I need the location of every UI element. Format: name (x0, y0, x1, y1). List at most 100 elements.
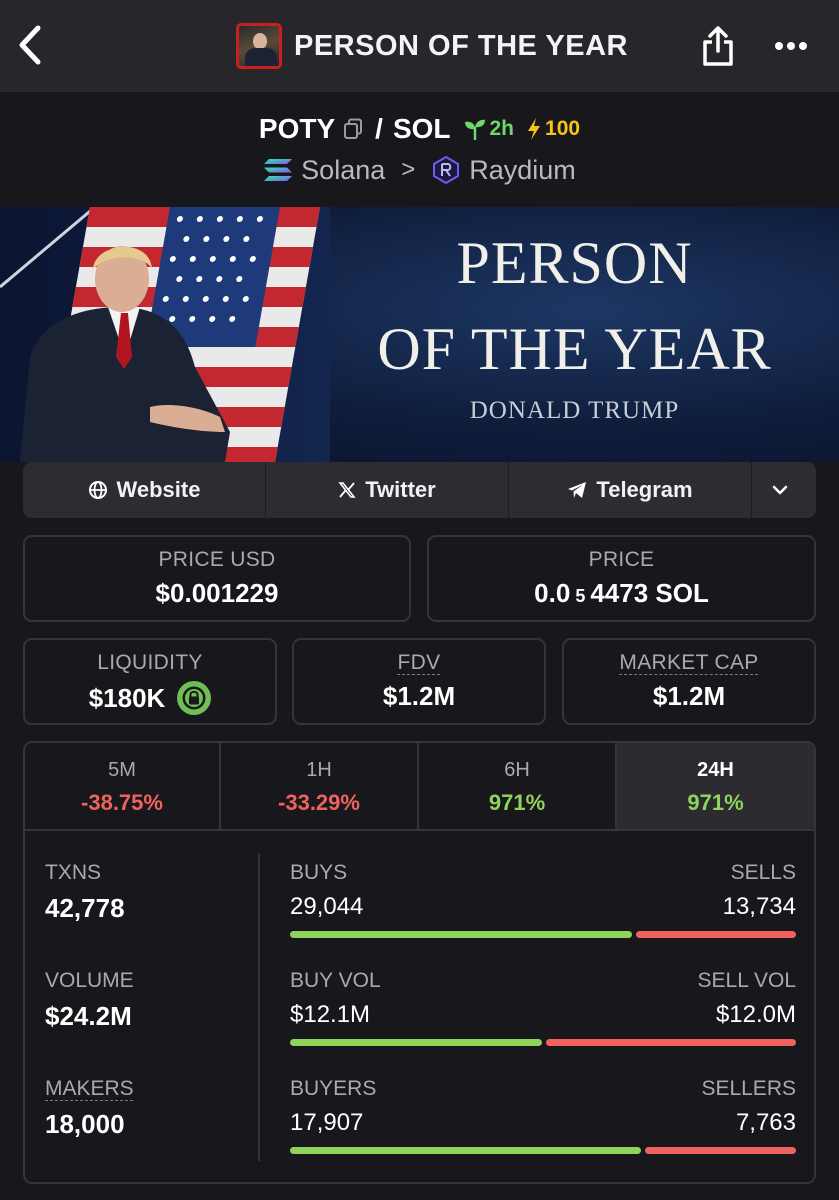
buys-sells-block: BUYS SELLS 29,044 13,734 (290, 861, 796, 938)
tab-change: 971% (488, 790, 546, 815)
tab-6h[interactable]: 6H 971% (419, 743, 617, 829)
liquidity-card: LIQUIDITY $180K (23, 638, 277, 725)
pair-age: 2h (463, 117, 514, 141)
page-title: PERSON OF THE YEAR (294, 29, 628, 62)
price-native-digits: 4473 SOL (590, 578, 709, 608)
banner-line-1: PERSON (456, 230, 693, 296)
tab-change: -33.29% (278, 790, 360, 815)
tab-5m[interactable]: 5M -38.75% (25, 743, 221, 829)
website-link[interactable]: Website (23, 462, 266, 518)
tab-24h[interactable]: 24H 971% (617, 743, 814, 829)
market-cap-label[interactable]: MARKET CAP (564, 651, 814, 675)
social-links: Website Twitter Telegram (23, 462, 816, 518)
market-cap-card: MARKET CAP $1.2M (562, 638, 816, 725)
token-avatar (236, 23, 282, 69)
fdv-card: FDV $1.2M (292, 638, 546, 725)
price-native-card: PRICE 0.0 5 4473 SOL (427, 535, 816, 622)
more-links-button[interactable] (752, 462, 816, 518)
copy-icon[interactable] (343, 118, 363, 140)
twitter-link[interactable]: Twitter (266, 462, 509, 518)
makers-metric: MAKERS 18,000 (45, 1077, 134, 1140)
timeframe-tabs: 5M -38.75% 1H -33.29% 6H 971% 24H 971% (25, 743, 814, 831)
tab-1h[interactable]: 1H -33.29% (221, 743, 419, 829)
sells-label: SELLS (730, 861, 796, 884)
sell-vol-bar-fill (546, 1039, 796, 1046)
volume-label: VOLUME (45, 969, 134, 992)
globe-icon (88, 481, 107, 499)
buyers-sellers-bar (290, 1147, 796, 1154)
stats-panel: 5M -38.75% 1H -33.29% 6H 971% 24H 971% T… (23, 741, 816, 1184)
website-label: Website (116, 477, 201, 502)
telegram-icon (568, 482, 587, 498)
banner-line-3: DONALD TRUMP (469, 397, 680, 424)
telegram-label: Telegram (596, 477, 693, 502)
pair-separator: / (375, 113, 383, 144)
tab-label: 5M (108, 759, 136, 781)
volume-split-bar (290, 1039, 796, 1046)
lock-icon (182, 686, 206, 710)
price-native-zero-count: 5 (575, 586, 586, 606)
buyers-value: 17,907 (290, 1109, 364, 1136)
tab-label: 6H (504, 759, 530, 781)
txns-label: TXNS (45, 861, 102, 884)
sellers-value: 7,763 (735, 1109, 796, 1136)
buyers-bar-fill (290, 1147, 642, 1154)
pair-info: POTY / SOL 2h 100 Solana > Raydium (0, 92, 839, 207)
price-usd-value: $0.001229 (155, 578, 279, 608)
base-symbol: POTY (258, 113, 336, 144)
column-divider (258, 853, 260, 1161)
buy-vol-label: BUY VOL (290, 969, 381, 992)
lightning-icon (528, 118, 541, 140)
breadcrumb-separator: > (401, 156, 416, 183)
buy-vol-bar-fill (290, 1039, 542, 1046)
sells-bar-fill (636, 931, 796, 938)
telegram-link[interactable]: Telegram (509, 462, 752, 518)
raydium-icon (433, 155, 460, 185)
liquidity-lock-button[interactable] (177, 681, 212, 715)
price-native-prefix: 0.0 (534, 578, 571, 608)
sellers-label: SELLERS (701, 1077, 796, 1100)
more-button[interactable] (768, 28, 814, 64)
price-native-label: PRICE (588, 548, 655, 571)
twitter-label: Twitter (365, 477, 436, 502)
top-bar: PERSON OF THE YEAR (0, 0, 839, 92)
buys-label: BUYS (290, 861, 348, 884)
tab-change: -38.75% (81, 790, 163, 815)
chain-name[interactable]: Solana (301, 155, 385, 186)
chevron-down-icon (772, 485, 787, 495)
buyers-sellers-block: BUYERS SELLERS 17,907 7,763 (290, 1077, 796, 1154)
buys-sells-bar (290, 931, 796, 938)
tab-label: 24H (697, 759, 734, 781)
back-button[interactable] (10, 22, 50, 68)
dex-name[interactable]: Raydium (469, 155, 576, 186)
boost-badge[interactable]: 100 (526, 117, 580, 141)
token-banner: PERSON OF THE YEAR DONALD TRUMP (0, 207, 839, 462)
price-native-value: 0.0 5 4473 SOL (429, 578, 814, 609)
more-horizontal-icon (775, 42, 807, 50)
tab-label: 1H (306, 759, 332, 781)
share-icon (703, 26, 733, 66)
fdv-label[interactable]: FDV (294, 651, 544, 675)
title-group: PERSON OF THE YEAR (236, 22, 628, 70)
volume-value: $24.2M (45, 1001, 132, 1031)
chevron-left-icon (19, 25, 41, 65)
volume-metric: VOLUME $24.2M (45, 969, 134, 1032)
price-usd-card: PRICE USD $0.001229 (23, 535, 411, 622)
tab-change: 971% (687, 790, 744, 815)
banner-line-2: OF THE YEAR (377, 316, 772, 382)
liquidity-value-row: $180K (25, 681, 275, 715)
sell-vol-value: $12.0M (715, 1001, 796, 1028)
fdv-value: $1.2M (382, 681, 456, 711)
buy-vol-value: $12.1M (290, 1001, 371, 1028)
share-button[interactable] (698, 22, 738, 70)
solana-icon (264, 159, 293, 181)
txns-value: 42,778 (45, 893, 125, 923)
txns-metric: TXNS 42,778 (45, 861, 125, 924)
boost-value: 100 (545, 117, 581, 140)
sellers-bar-fill (645, 1147, 796, 1154)
sells-value: 13,734 (722, 893, 796, 920)
buyers-label: BUYERS (290, 1077, 377, 1100)
buys-bar-fill (290, 931, 633, 938)
quote-symbol: SOL (392, 113, 451, 144)
makers-label[interactable]: MAKERS (45, 1077, 134, 1101)
